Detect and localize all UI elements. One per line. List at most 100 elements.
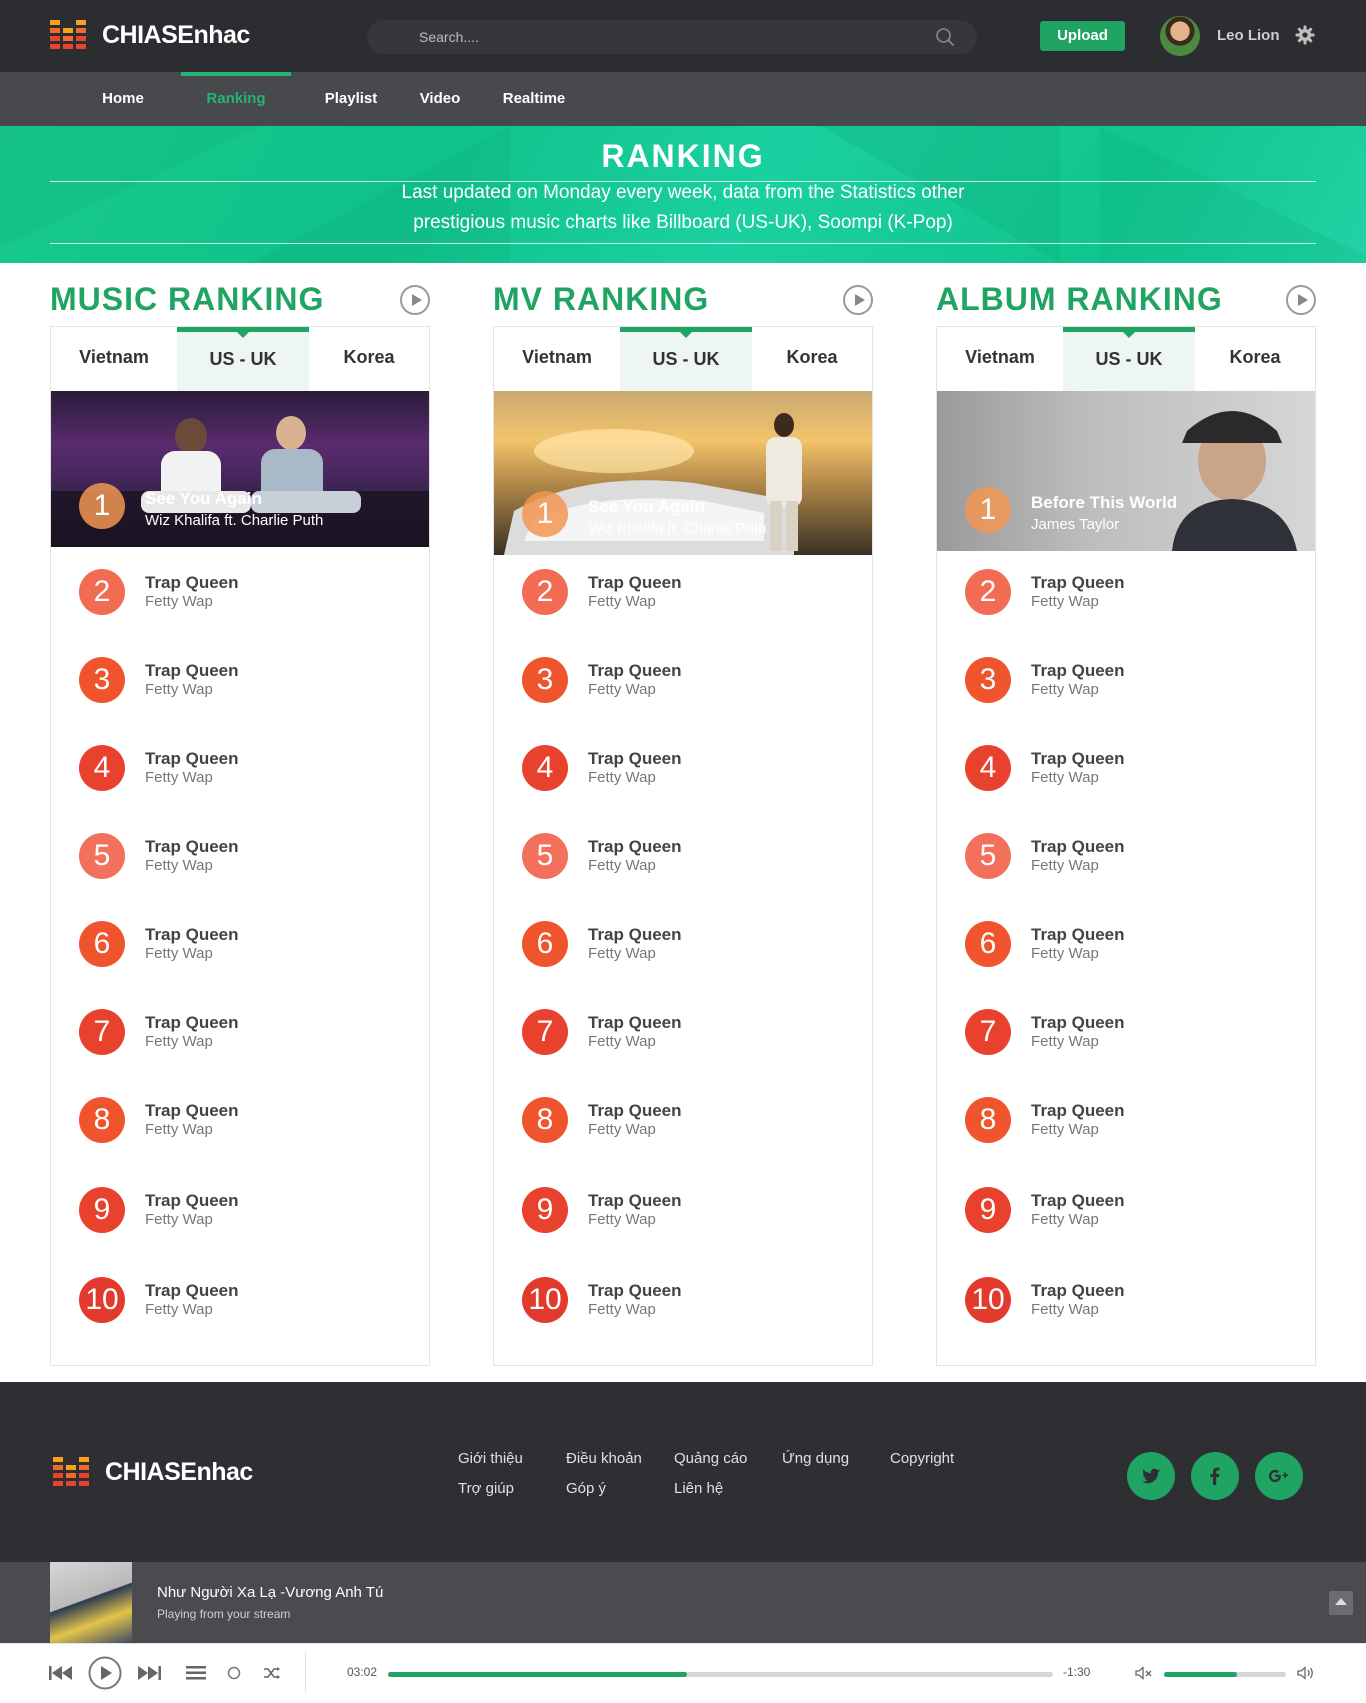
nav-ranking[interactable]: Ranking	[181, 72, 291, 126]
track-title[interactable]: Trap Queen	[588, 1101, 682, 1121]
footer-link[interactable]: Liên hệ	[674, 1480, 723, 1497]
track-artist[interactable]: Fetty Wap	[145, 681, 213, 698]
avatar[interactable]	[1160, 16, 1200, 56]
list-item[interactable]: 5 Trap Queen Fetty Wap	[494, 825, 872, 885]
volume-up-icon[interactable]	[1296, 1658, 1318, 1688]
track-artist[interactable]: Fetty Wap	[588, 593, 656, 610]
now-playing-cover[interactable]	[50, 1562, 132, 1643]
track-artist[interactable]: Fetty Wap	[1031, 1211, 1099, 1228]
tab-korea[interactable]: Korea	[1195, 327, 1315, 391]
track-artist[interactable]: Fetty Wap	[588, 945, 656, 962]
track-artist[interactable]: Fetty Wap	[588, 769, 656, 786]
footer-link[interactable]: Quảng cáo	[674, 1450, 747, 1467]
list-item[interactable]: 3 Trap Queen Fetty Wap	[937, 649, 1315, 709]
track-title[interactable]: Trap Queen	[1031, 749, 1125, 769]
list-item[interactable]: 5 Trap Queen Fetty Wap	[937, 825, 1315, 885]
tab-us-uk[interactable]: US - UK	[620, 327, 752, 391]
nav-home[interactable]: Home	[92, 72, 154, 126]
track-title[interactable]: Trap Queen	[588, 749, 682, 769]
list-item[interactable]: 6 Trap Queen Fetty Wap	[494, 913, 872, 973]
track-title[interactable]: Trap Queen	[588, 925, 682, 945]
progress-bar[interactable]	[388, 1672, 1053, 1677]
list-item[interactable]: 7 Trap Queen Fetty Wap	[937, 1001, 1315, 1061]
track-title[interactable]: Trap Queen	[145, 1191, 239, 1211]
chevron-up-icon[interactable]	[1329, 1591, 1353, 1615]
list-item[interactable]: 10 Trap Queen Fetty Wap	[494, 1269, 872, 1329]
track-artist[interactable]: Fetty Wap	[1031, 681, 1099, 698]
track-artist[interactable]: Fetty Wap	[588, 1211, 656, 1228]
featured-title[interactable]: Before This World	[1031, 493, 1177, 513]
track-title[interactable]: Trap Queen	[1031, 1191, 1125, 1211]
track-artist[interactable]: Fetty Wap	[588, 1033, 656, 1050]
track-artist[interactable]: Fetty Wap	[588, 681, 656, 698]
list-item[interactable]: 10 Trap Queen Fetty Wap	[937, 1269, 1315, 1329]
list-item[interactable]: 2 Trap Queen Fetty Wap	[494, 561, 872, 621]
list-item[interactable]: 6 Trap Queen Fetty Wap	[51, 913, 429, 973]
track-artist[interactable]: Fetty Wap	[588, 857, 656, 874]
nav-video[interactable]: Video	[413, 72, 467, 126]
tab-us-uk[interactable]: US - UK	[1063, 327, 1195, 391]
list-item[interactable]: 5 Trap Queen Fetty Wap	[51, 825, 429, 885]
track-artist[interactable]: Fetty Wap	[588, 1301, 656, 1318]
list-item[interactable]: 4 Trap Queen Fetty Wap	[494, 737, 872, 797]
play-all-icon[interactable]	[1286, 285, 1316, 315]
track-artist[interactable]: Fetty Wap	[145, 769, 213, 786]
track-title[interactable]: Trap Queen	[588, 1191, 682, 1211]
tab-us-uk[interactable]: US - UK	[177, 327, 309, 391]
footer-link[interactable]: Copyright	[890, 1450, 954, 1467]
list-item[interactable]: 8 Trap Queen Fetty Wap	[937, 1089, 1315, 1149]
track-title[interactable]: Trap Queen	[1031, 837, 1125, 857]
facebook-icon[interactable]	[1191, 1452, 1239, 1500]
track-artist[interactable]: Fetty Wap	[1031, 593, 1099, 610]
track-title[interactable]: Trap Queen	[145, 1281, 239, 1301]
featured-album[interactable]: 1 Before This World James Taylor	[937, 391, 1315, 551]
featured-track[interactable]: 1 See You Again Wiz Khalifa ft. Charlie …	[494, 391, 872, 555]
nav-realtime[interactable]: Realtime	[494, 72, 574, 126]
shuffle-icon[interactable]	[262, 1658, 282, 1688]
track-artist[interactable]: Fetty Wap	[145, 1301, 213, 1318]
footer-link[interactable]: Trợ giúp	[458, 1480, 514, 1497]
play-all-icon[interactable]	[400, 285, 430, 315]
track-title[interactable]: Trap Queen	[145, 1013, 239, 1033]
search-icon[interactable]	[935, 27, 955, 47]
now-playing-title[interactable]: Như Người Xa Lạ -Vương Anh Tú	[157, 1584, 383, 1601]
track-title[interactable]: Trap Queen	[588, 1013, 682, 1033]
list-item[interactable]: 9 Trap Queen Fetty Wap	[494, 1179, 872, 1239]
track-artist[interactable]: Fetty Wap	[1031, 1301, 1099, 1318]
track-artist[interactable]: Fetty Wap	[145, 593, 213, 610]
list-item[interactable]: 6 Trap Queen Fetty Wap	[937, 913, 1315, 973]
list-item[interactable]: 7 Trap Queen Fetty Wap	[494, 1001, 872, 1061]
volume-slider[interactable]	[1164, 1672, 1286, 1677]
list-item[interactable]: 4 Trap Queen Fetty Wap	[51, 737, 429, 797]
list-item[interactable]: 8 Trap Queen Fetty Wap	[51, 1089, 429, 1149]
track-title[interactable]: Trap Queen	[1031, 1101, 1125, 1121]
track-artist[interactable]: Fetty Wap	[145, 1033, 213, 1050]
track-artist[interactable]: Fetty Wap	[145, 945, 213, 962]
list-item[interactable]: 7 Trap Queen Fetty Wap	[51, 1001, 429, 1061]
track-artist[interactable]: Fetty Wap	[588, 1121, 656, 1138]
repeat-icon[interactable]	[226, 1658, 242, 1688]
track-title[interactable]: Trap Queen	[588, 1281, 682, 1301]
track-artist[interactable]: Fetty Wap	[145, 857, 213, 874]
playlist-icon[interactable]	[186, 1658, 206, 1688]
footer-link[interactable]: Điều khoản	[566, 1450, 642, 1467]
google-plus-icon[interactable]	[1255, 1452, 1303, 1500]
play-all-icon[interactable]	[843, 285, 873, 315]
featured-artist[interactable]: Wiz Khalifa ft. Charlie Puth	[145, 512, 323, 529]
track-title[interactable]: Trap Queen	[145, 1101, 239, 1121]
footer-link[interactable]: Giới thiệu	[458, 1450, 523, 1467]
featured-track[interactable]: 1 See You Again Wiz Khalifa ft. Charlie …	[51, 391, 429, 547]
user-name[interactable]: Leo Lion	[1217, 27, 1280, 44]
featured-title[interactable]: See You Again	[145, 489, 262, 509]
track-title[interactable]: Trap Queen	[1031, 661, 1125, 681]
footer-link[interactable]: Ứng dụng	[782, 1450, 849, 1467]
track-title[interactable]: Trap Queen	[1031, 1013, 1125, 1033]
logo[interactable]: CHIASEnhac	[50, 20, 250, 50]
featured-artist[interactable]: Wiz Khalifa ft. Charlie Puth	[588, 520, 766, 537]
track-title[interactable]: Trap Queen	[145, 661, 239, 681]
track-title[interactable]: Trap Queen	[588, 837, 682, 857]
track-title[interactable]: Trap Queen	[588, 573, 682, 593]
previous-icon[interactable]	[48, 1658, 74, 1688]
track-artist[interactable]: Fetty Wap	[145, 1211, 213, 1228]
track-artist[interactable]: Fetty Wap	[1031, 857, 1099, 874]
